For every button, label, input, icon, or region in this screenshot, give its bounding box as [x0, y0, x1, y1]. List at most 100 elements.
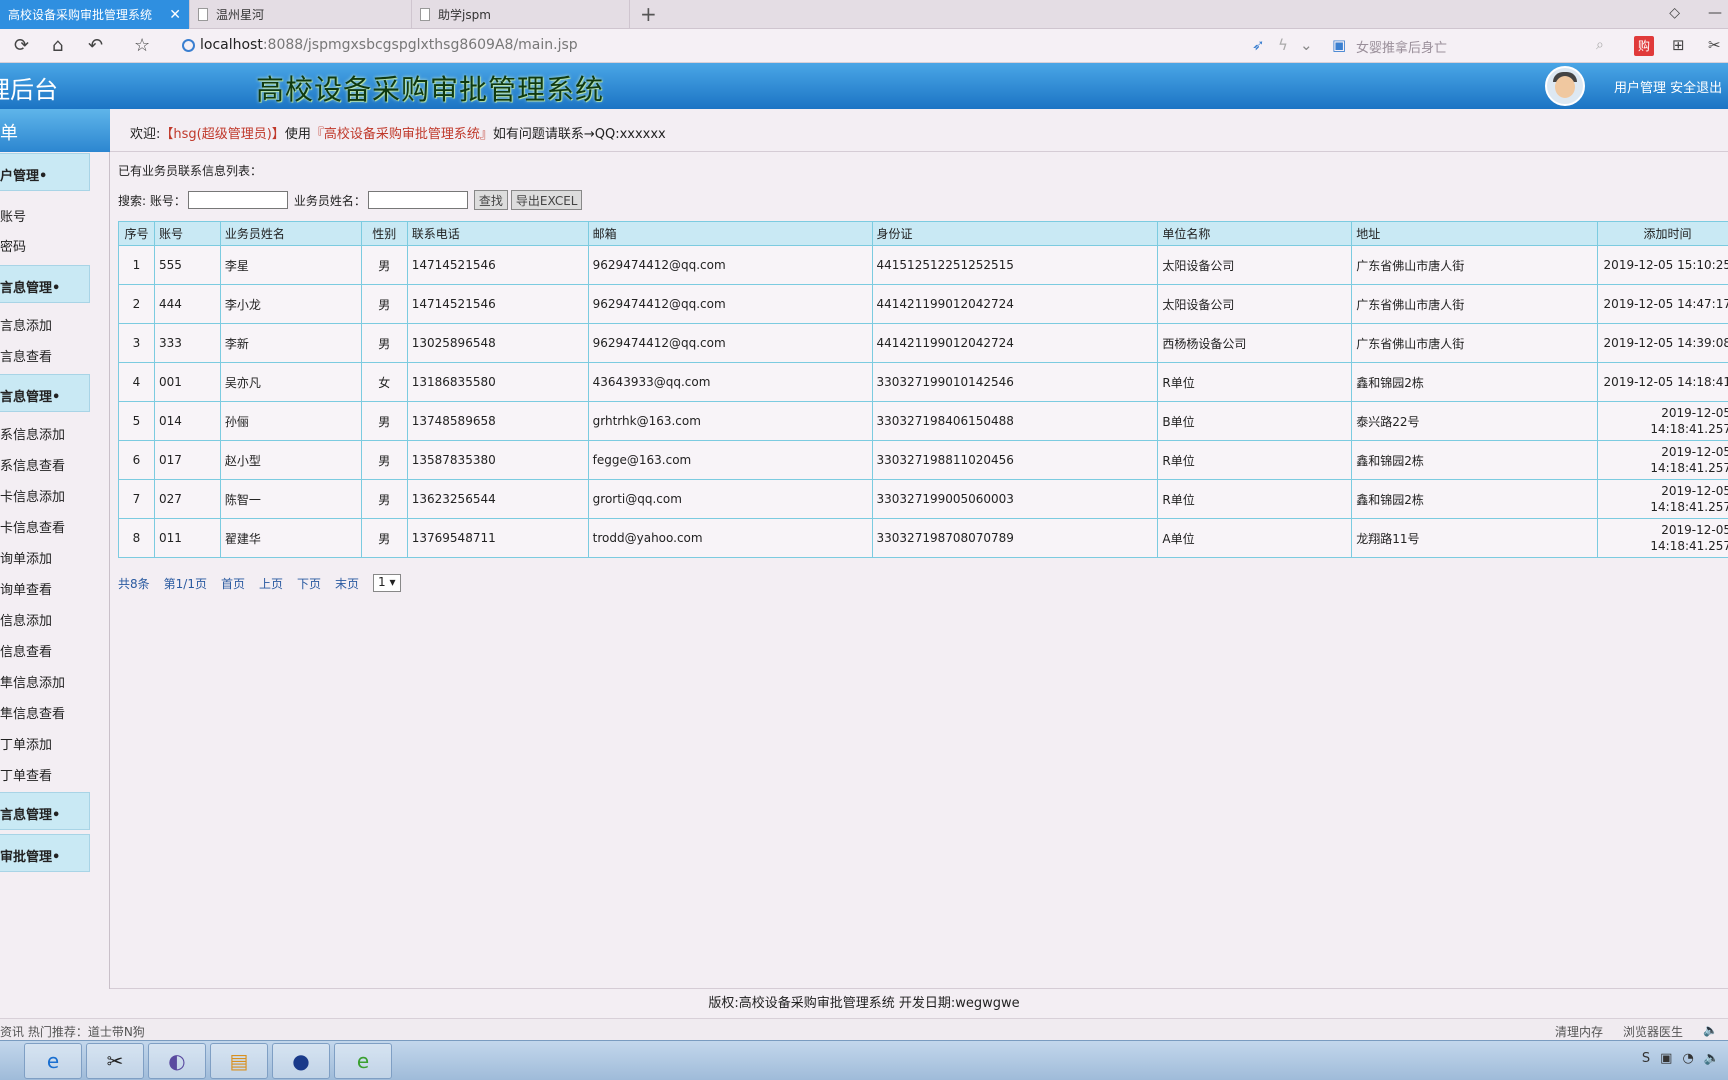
sidebar-item[interactable]: 丁单添加 — [0, 734, 52, 753]
sidebar-item[interactable]: 信息添加 — [0, 610, 52, 629]
table-cell: 555 — [153, 245, 221, 285]
table-cell: 13623256544 — [406, 479, 589, 519]
divider — [110, 988, 1728, 989]
url-field[interactable]: localhost:8088/jspmgxsbcgspglxthsg8609A8… — [200, 37, 578, 53]
account-search-input[interactable] — [187, 191, 288, 209]
column-header: 联系电话 — [406, 221, 589, 246]
search-button[interactable]: 查找 — [473, 190, 508, 210]
table-cell: 9629474412@qq.com — [587, 284, 873, 324]
last-page-link[interactable]: 末页 — [335, 575, 359, 592]
table-cell: 001 — [153, 362, 221, 402]
close-icon[interactable]: ✕ — [169, 7, 181, 23]
table-cell: 太阳设备公司 — [1157, 284, 1353, 324]
search-hint[interactable]: 女婴推拿后身亡 — [1356, 37, 1447, 56]
browser-tab[interactable]: 助学jspm — [412, 0, 630, 29]
welcome-user: 【hsg(超级管理员)】 — [160, 127, 285, 142]
eclipse-icon[interactable]: ◐ — [148, 1043, 206, 1079]
apps-icon[interactable]: ⊞ — [1672, 36, 1685, 54]
next-page-link[interactable]: 下页 — [297, 575, 321, 592]
table-cell: 李新 — [219, 323, 362, 363]
volume-icon[interactable]: 🔈 — [1704, 1051, 1720, 1066]
star-icon[interactable]: ☆ — [134, 35, 150, 56]
home-icon[interactable]: ⌂ — [52, 35, 63, 56]
table-cell: 男 — [360, 284, 408, 324]
browser-app-icon[interactable]: e — [334, 1043, 392, 1079]
tab-label: 温州星河 — [216, 8, 265, 22]
user-manage-link[interactable]: 用户管理 — [1614, 81, 1666, 96]
sidebar-item[interactable]: 询单添加 — [0, 548, 52, 567]
table-cell: 333 — [153, 323, 221, 363]
chevron-down-icon[interactable]: ⌄ — [1300, 36, 1313, 54]
sidebar-group[interactable]: 言息管理• — [0, 374, 90, 412]
sidebar-group-user[interactable]: 户管理• — [0, 153, 90, 191]
buy-icon[interactable]: 购 — [1634, 36, 1654, 56]
browser-tab-strip: 高校设备采购审批管理系统 ✕ 温州星河 助学jspm + ◇ — — [0, 0, 1728, 29]
prev-page-link[interactable]: 上页 — [259, 575, 283, 592]
system-title: 高校设备采购审批管理系统 — [256, 73, 605, 106]
status-news[interactable]: 资讯 热门推荐：道士带N狗 — [0, 1023, 145, 1040]
browser-tab-active[interactable]: 高校设备采购审批管理系统 ✕ — [0, 0, 190, 29]
table-row: 8 011 翟建华男 13769548711 trodd@yahoo.com 330327… — [118, 518, 1728, 558]
rocket-icon[interactable]: ➶ — [1252, 36, 1265, 54]
table-cell: 011 — [153, 518, 221, 558]
export-excel-button[interactable]: 导出EXCEL — [510, 190, 583, 210]
search-icon[interactable]: ⌕ — [1596, 37, 1604, 53]
sidebar-item[interactable]: 密码 — [0, 236, 26, 255]
tools-app-icon[interactable]: ✂ — [86, 1043, 144, 1079]
first-page-link[interactable]: 首页 — [221, 575, 245, 592]
menu-title: 单 — [0, 109, 110, 152]
tools-icon[interactable]: ✂ — [1708, 36, 1721, 54]
lightning-icon[interactable]: ϟ — [1278, 36, 1288, 54]
table-cell: 43643933@qq.com — [587, 362, 873, 402]
undo-icon[interactable]: ↶ — [88, 35, 103, 56]
page-select[interactable]: 1 ▾ — [373, 574, 401, 592]
app-header: 理后台 高校设备采购审批管理系统 用户管理 安全退出 — [0, 63, 1728, 109]
table-cell: 2019-12-05 14:18:41.257 — [1596, 479, 1728, 519]
browser-tab[interactable]: 温州星河 — [190, 0, 412, 29]
sidebar-item[interactable]: 丁单查看 — [0, 765, 52, 784]
table-cell: 2019-12-05 15:10:25 — [1596, 245, 1728, 285]
clean-memory-button[interactable]: 清理内存 — [1555, 1023, 1603, 1040]
refresh-icon[interactable]: ⟳ — [14, 35, 29, 56]
document-icon — [420, 8, 430, 21]
table-cell: 13025896548 — [406, 323, 589, 363]
browser-doctor-button[interactable]: 浏览器医生 — [1623, 1023, 1683, 1040]
sidebar-item[interactable]: 系信息添加 — [0, 424, 65, 443]
minimize-icon[interactable]: — — [1708, 5, 1722, 21]
sidebar-item[interactable]: 账号 — [0, 206, 26, 225]
welcome-middle: 使用 — [284, 127, 311, 142]
sidebar-group[interactable]: 言息管理• — [0, 265, 90, 303]
volume-icon[interactable]: 🔈 — [1703, 1023, 1718, 1040]
sidebar-item[interactable]: 卡信息添加 — [0, 486, 65, 505]
table-cell: 泰兴路22号 — [1351, 401, 1598, 441]
globe-app-icon[interactable]: ● — [272, 1043, 330, 1079]
new-tab-button[interactable]: + — [640, 2, 657, 26]
tab-label: 高校设备采购审批管理系统 — [8, 8, 153, 22]
sidebar-item[interactable]: 询单查看 — [0, 579, 52, 598]
table-cell: 广东省佛山市唐人街 — [1351, 245, 1598, 285]
table-row: 3 333 李新男 13025896548 9629474412@qq.com 44142… — [118, 323, 1728, 363]
sidebar-item[interactable]: 信息查看 — [0, 641, 52, 660]
sidebar-group[interactable]: 言息管理• — [0, 792, 90, 830]
sidebar-item[interactable]: 卡信息查看 — [0, 517, 65, 536]
skin-icon[interactable]: ◇ — [1669, 5, 1680, 21]
table-cell: 李小龙 — [219, 284, 362, 324]
ie-icon[interactable]: e — [24, 1043, 82, 1079]
table-cell: 广东省佛山市唐人街 — [1351, 284, 1598, 324]
sidebar-item[interactable]: 言息添加 — [0, 315, 52, 334]
sidebar-item[interactable]: 隼信息查看 — [0, 703, 65, 722]
notes-app-icon[interactable]: ▤ — [210, 1043, 268, 1079]
sidebar-item[interactable]: 言息查看 — [0, 346, 52, 365]
logout-link[interactable]: 安全退出 — [1670, 81, 1722, 96]
tray-icon[interactable]: ▣ — [1660, 1051, 1672, 1066]
sidebar-item[interactable]: 隼信息添加 — [0, 672, 65, 691]
pagination: 共8条 第1/1页 首页 上页 下页 末页 1 ▾ — [118, 574, 415, 592]
divider — [110, 151, 1728, 152]
sidebar-group-approval[interactable]: 审批管理• — [0, 834, 90, 872]
name-search-input[interactable] — [367, 191, 468, 209]
paw-icon: ▣ — [1332, 36, 1347, 54]
network-icon[interactable]: ◔ — [1682, 1051, 1693, 1066]
table-cell: 027 — [153, 479, 221, 519]
sidebar-item[interactable]: 系信息查看 — [0, 455, 65, 474]
tray-icon[interactable]: S — [1642, 1051, 1650, 1066]
